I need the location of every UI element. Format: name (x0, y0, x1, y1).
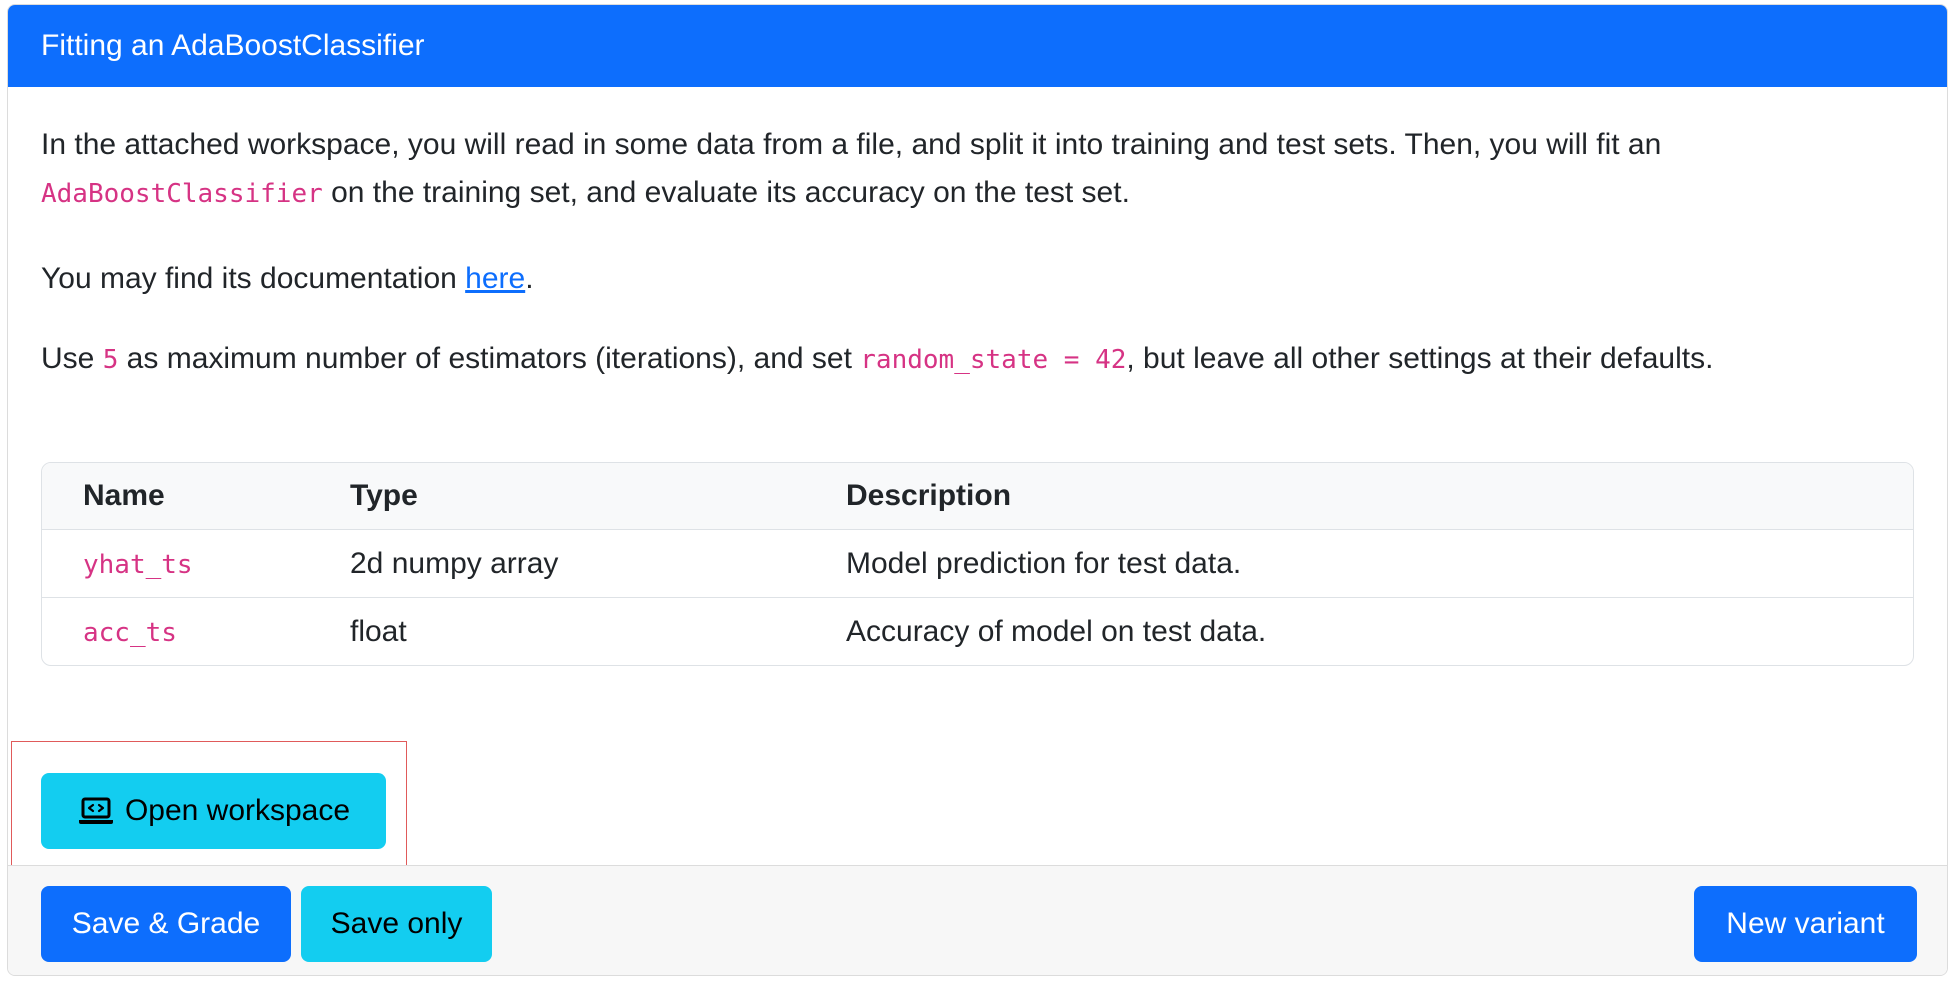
table-header-row: Name Type Description (42, 463, 1913, 530)
column-header-name: Name (42, 463, 349, 530)
doc-text-2: . (525, 262, 534, 295)
question-card: Fitting an AdaBoostClassifier In the att… (7, 4, 1948, 976)
card-footer: Save & Grade Save only New variant (8, 865, 1947, 975)
column-header-type: Type (349, 463, 845, 530)
variable-type-cell: float (350, 614, 407, 648)
open-workspace-button[interactable]: Open workspace (41, 773, 386, 849)
settings-text-2: as maximum number of estimators (iterati… (118, 342, 861, 375)
settings-text-3: , but leave all other settings at their … (1126, 342, 1714, 375)
table-row: acc_ts float Accuracy of model on test d… (42, 598, 1913, 666)
variable-name: yhat_ts (83, 549, 193, 580)
variables-table-container: Name Type Description yhat_ts 2d numpy a… (41, 462, 1914, 666)
intro-text-1: In the attached workspace, you will read… (41, 128, 1662, 161)
doc-text-1: You may find its documentation (41, 262, 466, 295)
intro-text-2: on the training set, and evaluate its ac… (322, 176, 1130, 209)
open-workspace-label: Open workspace (124, 794, 351, 827)
variable-description-cell: Accuracy of model on test data. (846, 614, 1267, 648)
question-title: Fitting an AdaBoostClassifier (8, 5, 1947, 87)
variable-name-cell: yhat_ts (42, 529, 349, 598)
settings-paragraph: Use 5 as maximum number of estimators (i… (41, 335, 1713, 384)
save-and-grade-button[interactable]: Save & Grade (41, 886, 291, 962)
settings-text-1: Use (41, 342, 103, 375)
column-header-description: Description (845, 463, 1913, 530)
table-row: yhat_ts 2d numpy array Model prediction … (42, 529, 1913, 598)
variable-name: acc_ts (83, 617, 177, 648)
documentation-paragraph: You may find its documentation here. (41, 255, 534, 303)
variables-table: Name Type Description yhat_ts 2d numpy a… (42, 463, 1913, 665)
save-only-button[interactable]: Save only (301, 886, 492, 962)
estimators-code: 5 (102, 345, 119, 375)
laptop-code-icon (78, 797, 113, 824)
intro-code: AdaBoostClassifier (41, 179, 323, 209)
random-state-code: random_state = 42 (860, 345, 1127, 375)
variable-type-cell: 2d numpy array (349, 529, 845, 598)
variable-name-cell: acc_ts (42, 598, 349, 666)
new-variant-button[interactable]: New variant (1694, 886, 1917, 962)
documentation-link[interactable]: here (465, 262, 525, 295)
variable-description-cell: Model prediction for test data. (845, 529, 1913, 598)
intro-paragraph: In the attached workspace, you will read… (41, 121, 1881, 218)
